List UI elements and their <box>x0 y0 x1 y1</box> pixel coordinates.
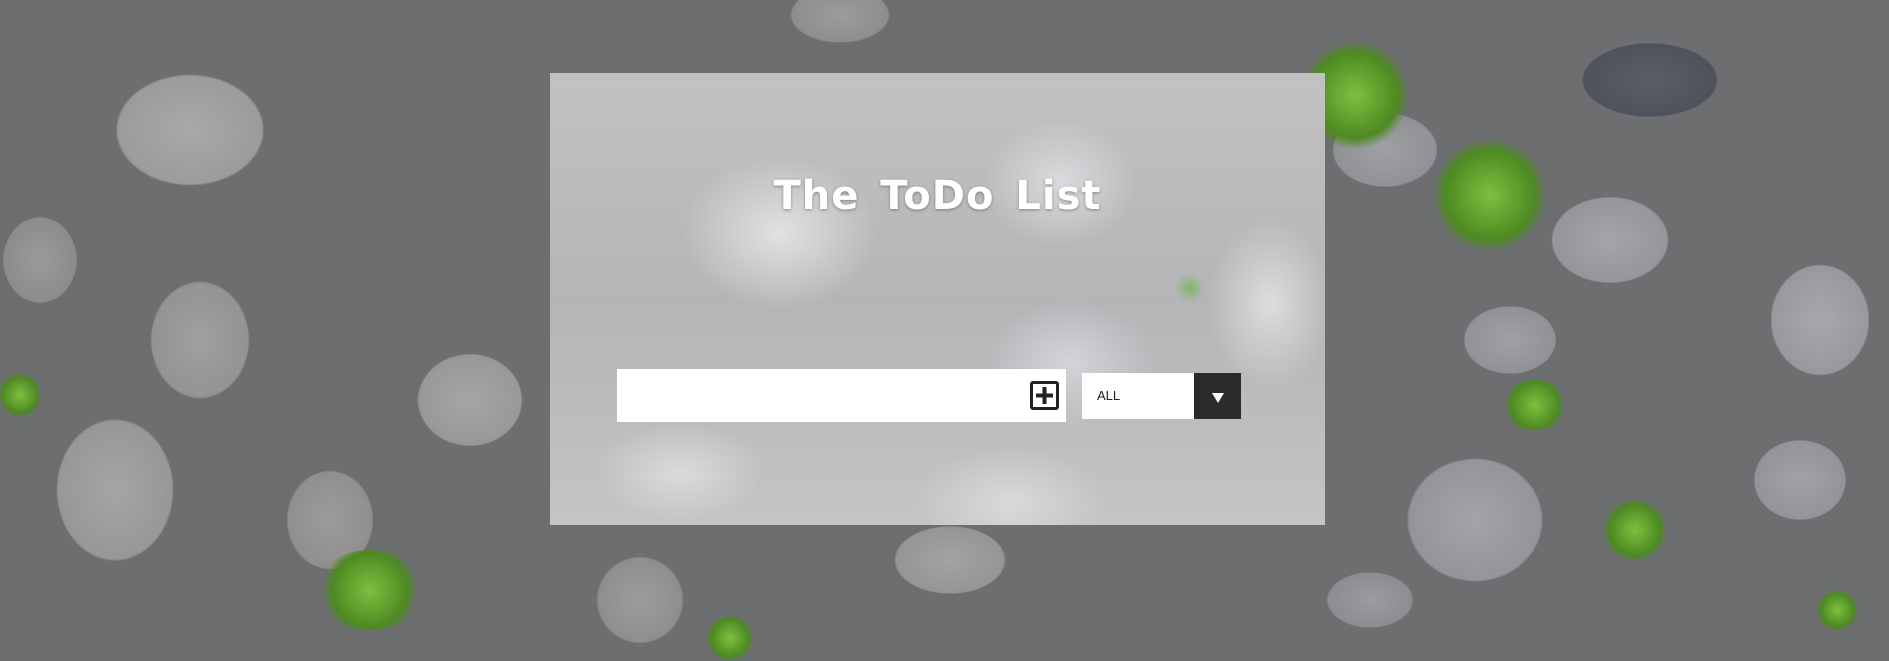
moss-decoration <box>1500 380 1570 430</box>
moss-decoration <box>1430 140 1550 250</box>
filter-selected-value: ALL <box>1097 388 1121 403</box>
filter-select[interactable]: ALL <box>1082 373 1241 419</box>
plus-square-icon <box>1033 384 1056 407</box>
app-title: The ToDo List <box>773 173 1102 219</box>
filter-dropdown-toggle[interactable] <box>1194 373 1241 419</box>
new-todo-field <box>617 369 1066 422</box>
new-todo-input[interactable] <box>617 369 1007 422</box>
moss-decoration <box>1815 590 1860 630</box>
triangle-down-icon <box>1212 393 1224 403</box>
moss-decoration <box>315 550 425 630</box>
add-todo-button[interactable] <box>1030 381 1059 410</box>
moss-decoration <box>705 615 755 661</box>
moss-decoration <box>0 370 40 420</box>
moss-decoration <box>1600 500 1670 560</box>
todo-card: The ToDo List ALL <box>550 73 1325 525</box>
